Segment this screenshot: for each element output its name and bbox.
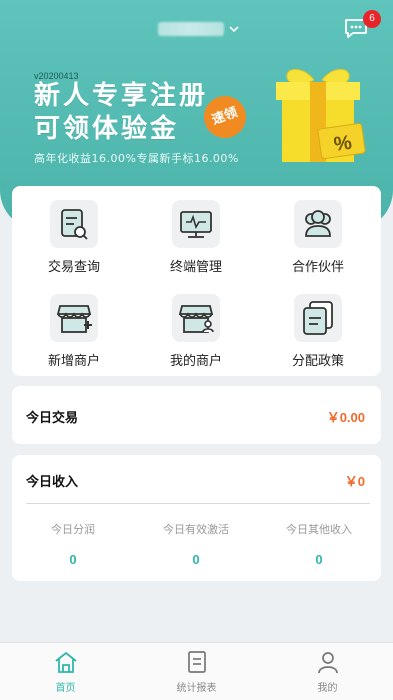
menu-item-transaction-search[interactable]: 交易查询 [24, 200, 124, 280]
add-merchant-icon [50, 294, 98, 342]
gift-box-icon: % [276, 69, 366, 162]
divider [26, 503, 370, 504]
tab-me[interactable]: 我的 [262, 649, 393, 694]
account-switcher[interactable] [158, 20, 240, 38]
banner-subtitle: 高年化收益16.00%专属新手标16.00% [34, 152, 239, 165]
tab-label: 统计报表 [176, 683, 217, 694]
top-bar: 6 [0, 0, 393, 56]
notification-badge: 6 [363, 10, 381, 28]
chevron-down-icon [229, 26, 239, 33]
menu-item-my-merchant[interactable]: 我的商户 [146, 294, 246, 374]
menu-label: 分配政策 [291, 354, 344, 369]
terminal-icon [172, 200, 220, 248]
partners-icon [294, 200, 342, 248]
transaction-search-icon [50, 200, 98, 248]
menu-card: 交易查询 终端管理 合作伙伴 新增商户 我的商户 分配政策 [12, 186, 381, 376]
menu-label: 我的商户 [169, 354, 222, 369]
menu-item-terminal[interactable]: 终端管理 [146, 200, 246, 280]
menu-item-partners[interactable]: 合作伙伴 [268, 200, 368, 280]
stat-valid-activation: 今日有效激活 0 [135, 521, 257, 567]
gift-percent-text: % [333, 132, 354, 156]
today-trade-title: 今日交易 [26, 411, 79, 426]
banner-title-line2: 可领体验金 [34, 114, 180, 144]
stat-value: 0 [315, 552, 323, 567]
menu-item-add-merchant[interactable]: 新增商户 [24, 294, 124, 374]
menu-label: 新增商户 [47, 354, 100, 369]
stat-label: 今日有效激活 [163, 523, 229, 536]
stat-share-profit: 今日分润 0 [12, 521, 134, 567]
today-trade-card[interactable]: 今日交易 ￥0.00 [12, 386, 381, 444]
report-icon [187, 651, 206, 673]
tab-label: 我的 [317, 683, 338, 694]
bottom-tab-bar: 首页 统计报表 我的 [0, 642, 393, 700]
account-name-blurred [158, 22, 224, 36]
stat-value: 0 [69, 552, 77, 567]
today-trade-amount: ￥0.00 [326, 410, 365, 425]
today-income-card[interactable]: 今日收入 ￥0 今日分润 0 今日有效激活 0 今日其他收入 0 [12, 455, 381, 581]
stat-label: 今日分润 [51, 523, 95, 536]
banner-title-line1: 新人专享注册 [34, 81, 209, 111]
policy-icon [294, 294, 342, 342]
menu-item-policy[interactable]: 分配政策 [268, 294, 368, 374]
menu-label: 终端管理 [169, 260, 222, 275]
today-income-title: 今日收入 [26, 475, 79, 490]
stat-value: 0 [192, 552, 200, 567]
home-icon [54, 652, 77, 673]
user-icon [317, 652, 338, 674]
stat-label: 今日其他收入 [286, 523, 352, 536]
tab-home[interactable]: 首页 [0, 649, 131, 694]
stat-other-income: 今日其他收入 0 [258, 521, 380, 567]
menu-label: 交易查询 [47, 260, 100, 275]
menu-label: 合作伙伴 [291, 260, 344, 275]
tab-report[interactable]: 统计报表 [131, 649, 262, 694]
my-merchant-icon [172, 294, 220, 342]
today-income-amount: ￥0 [344, 474, 365, 489]
tab-label: 首页 [55, 683, 76, 694]
